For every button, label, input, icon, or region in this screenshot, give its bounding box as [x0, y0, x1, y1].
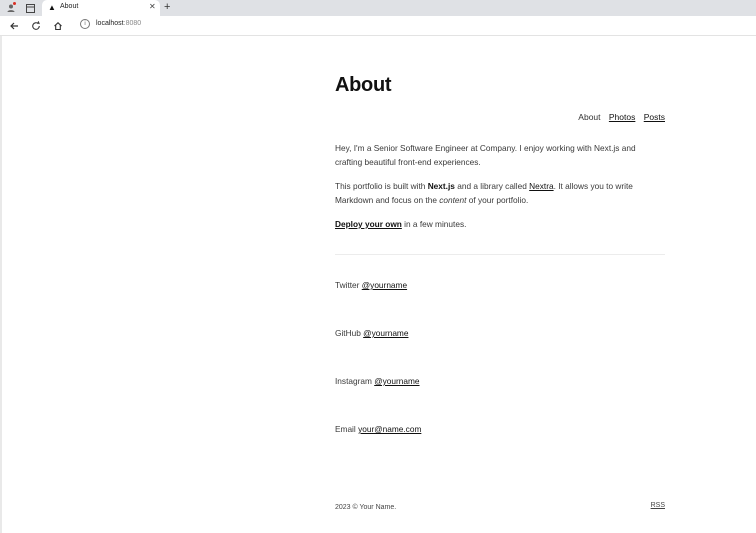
email-link[interactable]: your@name.com: [358, 424, 421, 434]
tab-actions-icon[interactable]: [24, 2, 36, 14]
home-icon[interactable]: [51, 19, 64, 32]
nav-about[interactable]: About: [578, 112, 600, 122]
github-link[interactable]: @yourname: [363, 328, 408, 338]
social-twitter: Twitter @yourname: [335, 280, 408, 290]
deploy-link[interactable]: Deploy your own: [335, 219, 402, 229]
tab-title: About: [60, 3, 79, 10]
back-arrow-icon[interactable]: [7, 19, 20, 32]
nextjs-text: Next.js: [427, 181, 455, 191]
social-instagram: Instagram @yourname: [335, 376, 420, 386]
vercel-triangle-icon: ▲: [48, 3, 56, 12]
divider: [335, 254, 665, 255]
reload-icon[interactable]: [29, 19, 42, 32]
url-field[interactable]: i localhost:8080: [72, 18, 747, 32]
site-nav: About Photos Posts: [572, 112, 665, 122]
instagram-link[interactable]: @yourname: [374, 376, 419, 386]
notification-dot: [13, 2, 16, 5]
footer-copyright: 2023 © Your Name.: [335, 504, 397, 511]
nextra-link[interactable]: Nextra: [529, 181, 553, 191]
portfolio-paragraph: This portfolio is built with Next.js and…: [335, 181, 633, 205]
page-title: About: [335, 74, 392, 96]
url-text: localhost:8080: [96, 20, 142, 27]
new-tab-button[interactable]: +: [164, 1, 170, 13]
rss-link[interactable]: RSS: [651, 502, 665, 509]
twitter-link[interactable]: @yourname: [362, 280, 407, 290]
tab-strip: ▲ About ✕ +: [0, 0, 756, 16]
address-bar: i localhost:8080: [0, 16, 756, 36]
social-email: Email your@name.com: [335, 424, 422, 434]
page-viewport: About About Photos Posts Hey, I'm a Seni…: [0, 36, 756, 533]
nav-posts[interactable]: Posts: [644, 112, 665, 122]
tab-about[interactable]: ▲ About ✕: [42, 0, 160, 16]
close-icon[interactable]: ✕: [149, 2, 156, 11]
intro-paragraph: Hey, I'm a Senior Software Engineer at C…: [335, 143, 636, 167]
site-info-icon[interactable]: i: [80, 19, 90, 29]
deploy-paragraph: Deploy your own in a few minutes.: [335, 219, 467, 229]
social-github: GitHub @yourname: [335, 328, 409, 338]
nav-photos[interactable]: Photos: [609, 112, 635, 122]
